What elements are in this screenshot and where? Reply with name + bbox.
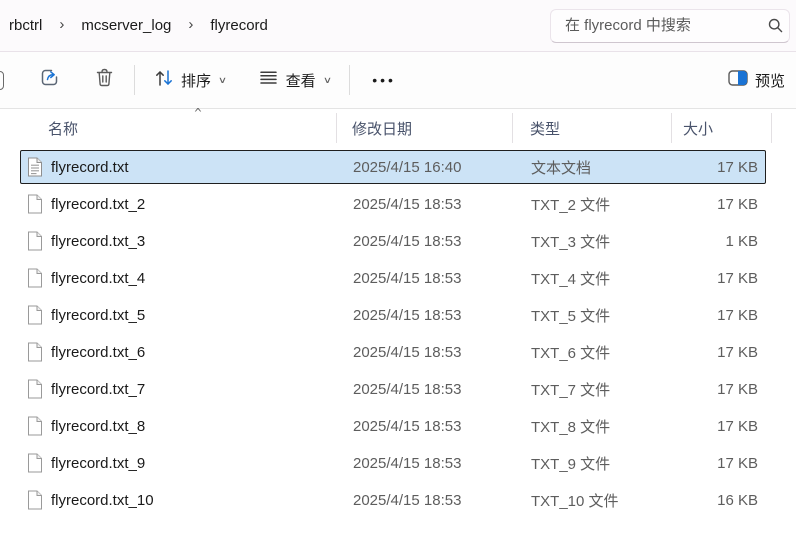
generic-file-icon bbox=[27, 490, 43, 510]
search-box[interactable] bbox=[550, 9, 790, 43]
file-size: 17 KB bbox=[673, 307, 767, 324]
breadcrumb-item-flyrecord[interactable]: flyrecord bbox=[203, 11, 275, 40]
file-name: flyrecord.txt_5 bbox=[51, 307, 145, 324]
view-lines-icon bbox=[258, 67, 279, 93]
table-row[interactable]: flyrecord.txt_9 2025/4/15 18:53 TXT_9 文件… bbox=[20, 446, 766, 480]
file-date-modified: 2025/4/15 18:53 bbox=[338, 455, 514, 472]
generic-file-icon bbox=[27, 268, 43, 288]
sort-label: 排序 bbox=[181, 70, 211, 91]
chevron-down-icon: ∨ bbox=[216, 75, 227, 86]
file-name: flyrecord.txt_10 bbox=[51, 492, 154, 509]
breadcrumb: rbctrl › mcserver_log › flyrecord bbox=[0, 11, 275, 40]
file-size: 17 KB bbox=[673, 196, 767, 213]
file-date-modified: 2025/4/15 18:53 bbox=[338, 196, 514, 213]
preview-pane-icon bbox=[728, 70, 748, 91]
file-date-modified: 2025/4/15 18:53 bbox=[338, 344, 514, 361]
file-name: flyrecord.txt_8 bbox=[51, 418, 145, 435]
file-size: 16 KB bbox=[673, 492, 767, 509]
file-date-modified: 2025/4/15 18:53 bbox=[338, 418, 514, 435]
share-icon bbox=[39, 67, 60, 93]
trash-icon bbox=[94, 67, 115, 93]
view-label: 查看 bbox=[286, 70, 316, 91]
table-row[interactable]: flyrecord.txt_3 2025/4/15 18:53 TXT_3 文件… bbox=[20, 224, 766, 258]
table-row[interactable]: flyrecord.txt_5 2025/4/15 18:53 TXT_5 文件… bbox=[20, 298, 766, 332]
file-type: 文本文档 bbox=[514, 157, 673, 178]
file-type: TXT_10 文件 bbox=[514, 490, 673, 511]
more-options-button[interactable]: ••• bbox=[360, 65, 408, 95]
file-size: 1 KB bbox=[673, 233, 767, 250]
file-name: flyrecord.txt_7 bbox=[51, 381, 145, 398]
file-type: TXT_4 文件 bbox=[514, 268, 673, 289]
table-row[interactable]: flyrecord.txt_8 2025/4/15 18:53 TXT_8 文件… bbox=[20, 409, 766, 443]
text-document-icon bbox=[27, 157, 43, 177]
breadcrumb-item-mcserver-log[interactable]: mcserver_log bbox=[74, 11, 178, 40]
file-size: 17 KB bbox=[673, 159, 767, 176]
delete-button[interactable] bbox=[85, 60, 124, 100]
column-header-size[interactable]: 大小 bbox=[672, 113, 772, 143]
toolbar-divider bbox=[349, 65, 350, 95]
file-size: 17 KB bbox=[673, 344, 767, 361]
file-size: 17 KB bbox=[673, 418, 767, 435]
file-date-modified: 2025/4/15 18:53 bbox=[338, 270, 514, 287]
file-date-modified: 2025/4/15 16:40 bbox=[338, 159, 514, 176]
generic-file-icon bbox=[27, 194, 43, 214]
file-date-modified: 2025/4/15 18:53 bbox=[338, 233, 514, 250]
column-header-type[interactable]: 类型 bbox=[513, 113, 672, 143]
table-row[interactable]: flyrecord.txt_10 2025/4/15 18:53 TXT_10 … bbox=[20, 483, 766, 517]
address-bar: rbctrl › mcserver_log › flyrecord bbox=[0, 0, 796, 52]
file-type: TXT_2 文件 bbox=[514, 194, 673, 215]
file-type: TXT_6 文件 bbox=[514, 342, 673, 363]
file-type: TXT_7 文件 bbox=[514, 379, 673, 400]
file-size: 17 KB bbox=[673, 270, 767, 287]
preview-label: 预览 bbox=[755, 70, 785, 91]
chevron-down-icon: ∨ bbox=[321, 75, 332, 86]
generic-file-icon bbox=[27, 453, 43, 473]
generic-file-icon bbox=[27, 379, 43, 399]
search-input[interactable] bbox=[551, 17, 768, 34]
file-size: 17 KB bbox=[673, 381, 767, 398]
table-row[interactable]: flyrecord.txt_6 2025/4/15 18:53 TXT_6 文件… bbox=[20, 335, 766, 369]
file-type: TXT_8 文件 bbox=[514, 416, 673, 437]
file-list: flyrecord.txt 2025/4/15 16:40 文本文档 17 KB… bbox=[0, 146, 796, 517]
file-type: TXT_5 文件 bbox=[514, 305, 673, 326]
file-type: TXT_9 文件 bbox=[514, 453, 673, 474]
table-row[interactable]: flyrecord.txt_4 2025/4/15 18:53 TXT_4 文件… bbox=[20, 261, 766, 295]
file-date-modified: 2025/4/15 18:53 bbox=[338, 381, 514, 398]
file-type: TXT_3 文件 bbox=[514, 231, 673, 252]
view-button[interactable]: 查看 ∨ bbox=[249, 60, 340, 100]
file-name: flyrecord.txt_2 bbox=[51, 196, 145, 213]
share-button[interactable] bbox=[30, 60, 69, 100]
clipped-toolbar-icon[interactable] bbox=[0, 71, 4, 90]
sort-arrows-icon bbox=[154, 68, 174, 93]
generic-file-icon bbox=[27, 342, 43, 362]
generic-file-icon bbox=[27, 305, 43, 325]
chevron-right-icon: › bbox=[49, 16, 74, 33]
chevron-right-icon: › bbox=[178, 16, 203, 33]
file-size: 17 KB bbox=[673, 455, 767, 472]
file-name: flyrecord.txt_9 bbox=[51, 455, 145, 472]
generic-file-icon bbox=[27, 231, 43, 251]
preview-toggle-button[interactable]: 预览 bbox=[719, 63, 794, 98]
command-bar: 排序 ∨ 查看 ∨ ••• 预览 bbox=[0, 52, 796, 109]
file-name: flyrecord.txt_6 bbox=[51, 344, 145, 361]
generic-file-icon bbox=[27, 416, 43, 436]
sort-ascending-icon: ^ bbox=[178, 106, 218, 120]
file-name: flyrecord.txt_3 bbox=[51, 233, 145, 250]
column-header-row: ^ 名称 修改日期 类型 大小 bbox=[20, 109, 796, 146]
file-date-modified: 2025/4/15 18:53 bbox=[338, 492, 514, 509]
table-row[interactable]: flyrecord.txt_7 2025/4/15 18:53 TXT_7 文件… bbox=[20, 372, 766, 406]
table-row[interactable]: flyrecord.txt_2 2025/4/15 18:53 TXT_2 文件… bbox=[20, 187, 766, 221]
file-name: flyrecord.txt bbox=[51, 159, 129, 176]
file-date-modified: 2025/4/15 18:53 bbox=[338, 307, 514, 324]
sort-button[interactable]: 排序 ∨ bbox=[145, 61, 235, 100]
table-row[interactable]: flyrecord.txt 2025/4/15 16:40 文本文档 17 KB bbox=[20, 150, 766, 184]
breadcrumb-item-rbctrl[interactable]: rbctrl bbox=[2, 11, 49, 40]
toolbar-divider bbox=[134, 65, 135, 95]
file-name: flyrecord.txt_4 bbox=[51, 270, 145, 287]
column-header-date-modified[interactable]: 修改日期 bbox=[337, 113, 513, 143]
search-icon bbox=[768, 18, 783, 33]
